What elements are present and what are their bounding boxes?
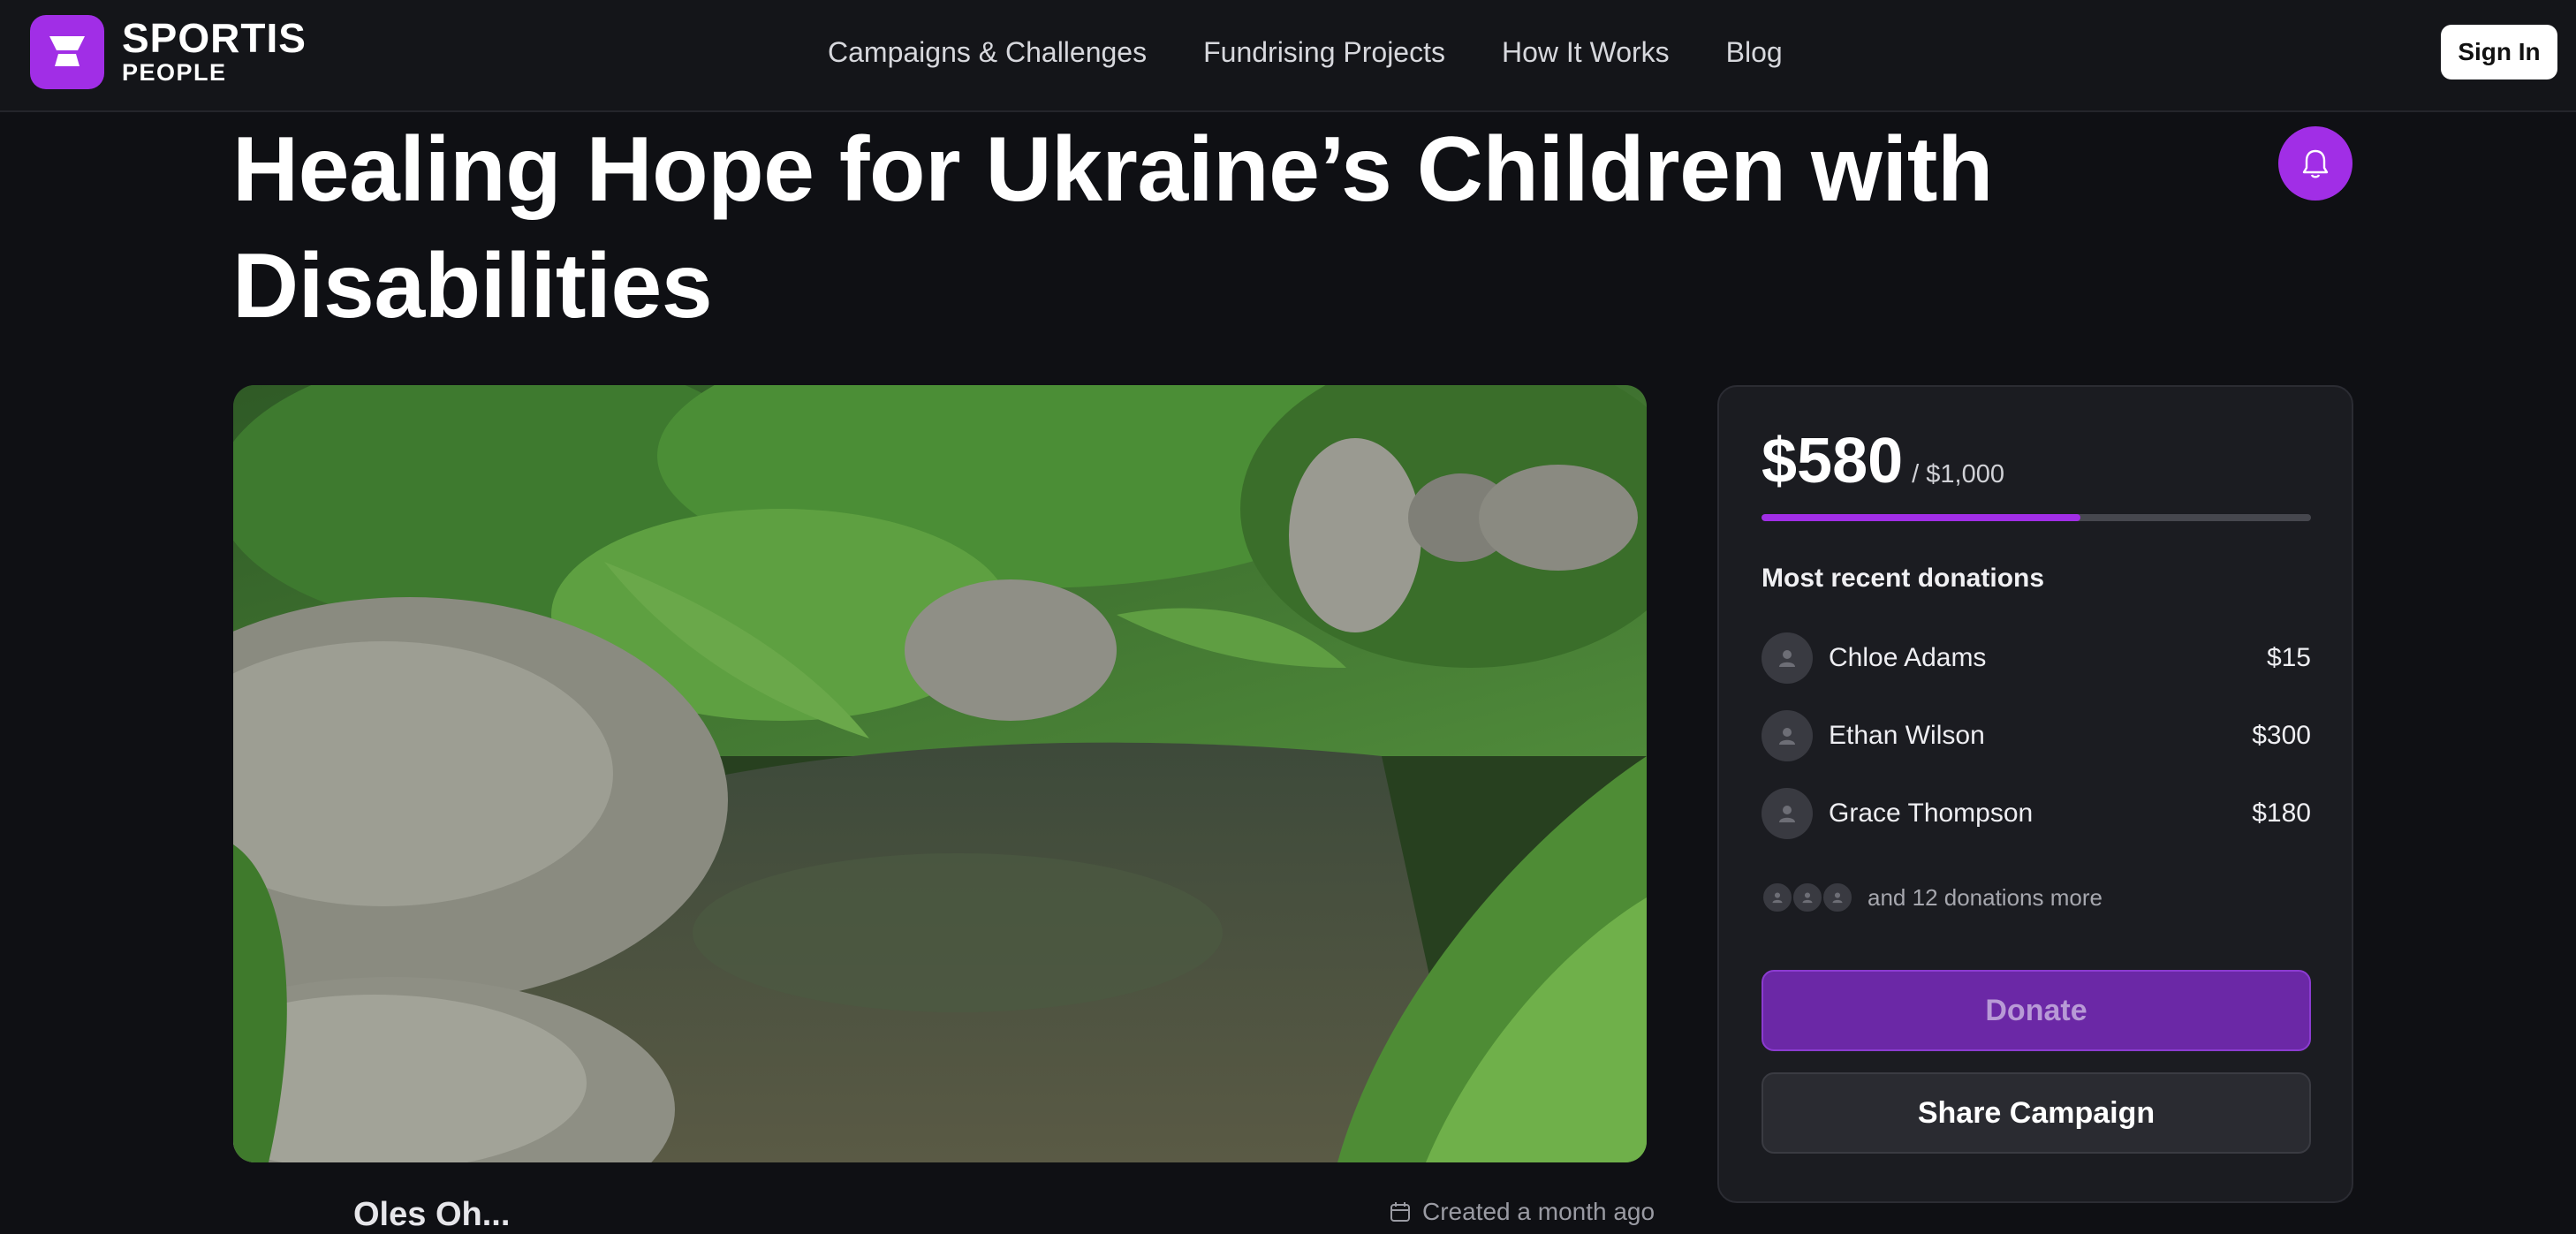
user-icon [1772, 892, 1783, 904]
donor-name: Ethan Wilson [1829, 721, 1985, 750]
user-icon [1832, 892, 1843, 904]
top-navbar: SPORTIS PEOPLE Campaigns & Challenges Fu… [0, 0, 2576, 112]
calendar-icon [1390, 1202, 1410, 1222]
main-nav: Campaigns & Challenges Fundrising Projec… [828, 32, 1783, 72]
donor-amount: $15 [2266, 643, 2311, 672]
created-label: Created a month ago [1422, 1198, 1655, 1225]
avatar [1762, 710, 1813, 761]
donor-amount: $300 [2252, 721, 2311, 750]
page-title: Healing Hope for Ukraine’s Children with… [232, 118, 1993, 337]
brand-name: SPORTIS [122, 15, 307, 61]
campaign-image [233, 385, 1647, 1162]
logo-icon[interactable] [30, 15, 104, 89]
created-date: Created a month ago [1389, 1198, 1655, 1226]
donor-name: Grace Thompson [1829, 799, 2034, 828]
list-item: Grace Thompson $180 [1762, 788, 2311, 839]
donor-amount: $180 [2252, 799, 2311, 828]
progress-bar [1762, 514, 2311, 521]
user-icon [1779, 728, 1795, 745]
donation-card: $580 / $1,000 Most recent donations Chlo… [1717, 385, 2353, 1203]
avatar-stack [1762, 882, 1853, 913]
creator-name[interactable]: Oles Oh... [353, 1196, 510, 1234]
nav-blog[interactable]: Blog [1726, 32, 1783, 72]
goal-value: / $1,000 [1912, 460, 2004, 488]
avatar [1762, 632, 1813, 684]
user-icon [1779, 650, 1795, 667]
avatar [1762, 882, 1793, 913]
share-campaign-button[interactable]: Share Campaign [1762, 1072, 2311, 1154]
recent-donations-heading: Most recent donations [1762, 564, 2045, 593]
sign-in-button[interactable]: Sign In [2441, 25, 2557, 79]
progress-fill [1762, 514, 2080, 521]
donate-button[interactable]: Donate [1762, 970, 2311, 1051]
nav-fundraising-projects[interactable]: Fundrising Projects [1203, 32, 1445, 72]
nav-how-it-works[interactable]: How It Works [1502, 32, 1670, 72]
bell-icon[interactable] [2278, 126, 2352, 201]
raised-amount: $580 / $1,000 [1762, 424, 2004, 498]
list-item: Ethan Wilson $300 [1762, 710, 2311, 761]
nav-campaigns-challenges[interactable]: Campaigns & Challenges [828, 32, 1147, 72]
more-donations-label: and 12 donations more [1868, 883, 2102, 911]
list-item: Chloe Adams $15 [1762, 632, 2311, 684]
more-donations[interactable]: and 12 donations more [1762, 882, 2102, 913]
donor-list: Chloe Adams $15 Ethan Wilson $300 Grace … [1762, 632, 2311, 866]
raised-value: $580 [1762, 426, 1904, 496]
avatar [1822, 882, 1853, 913]
user-icon [1779, 806, 1795, 822]
brand-subname: PEOPLE [122, 59, 227, 86]
user-icon [1802, 892, 1813, 904]
avatar [1792, 882, 1823, 913]
donor-name: Chloe Adams [1829, 643, 1987, 672]
avatar [1762, 788, 1813, 839]
